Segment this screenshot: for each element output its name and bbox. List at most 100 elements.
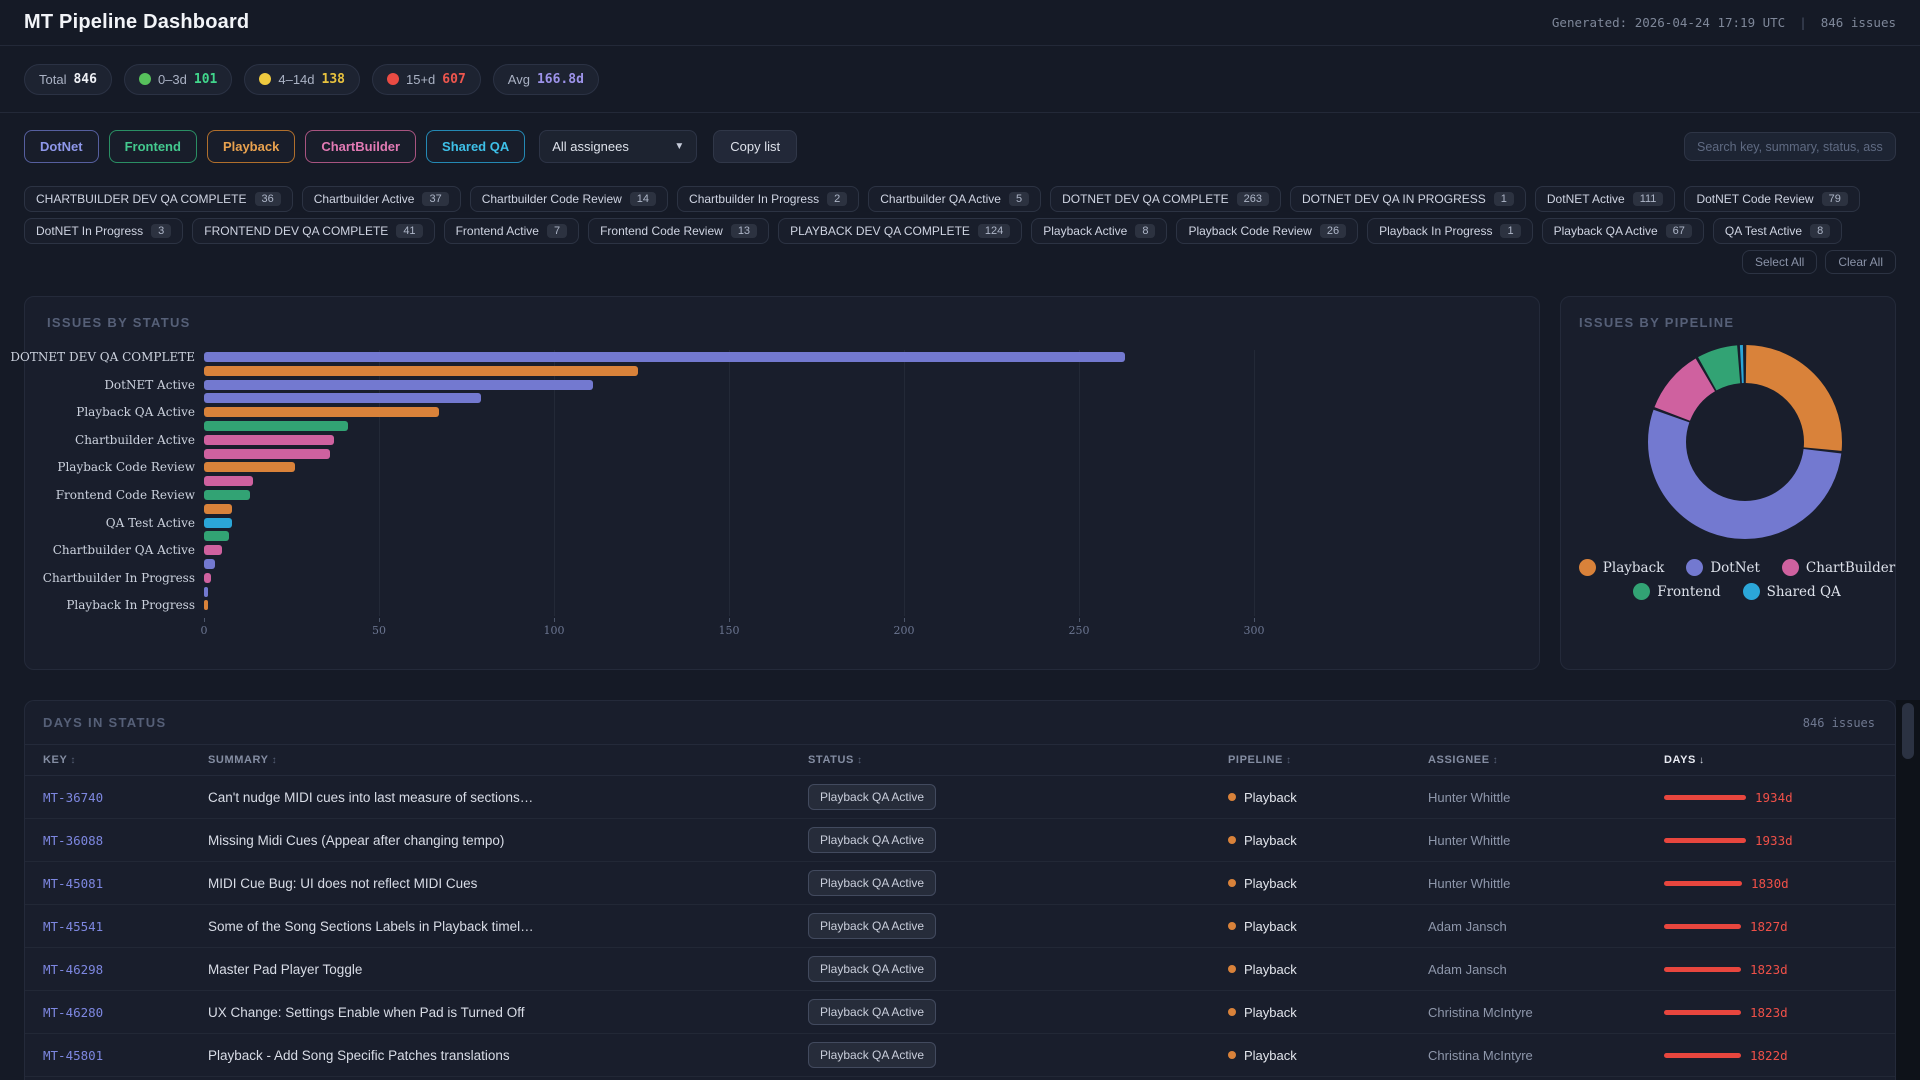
chip-count-badge: 1 bbox=[1500, 224, 1521, 238]
status-filter-chip[interactable]: Chartbuilder Code Review 14 bbox=[469, 186, 669, 212]
issues-by-pipeline-panel: ISSUES BY PIPELINE Playback DotNet ChartBu… bbox=[1560, 296, 1896, 670]
status-filter-chip[interactable]: QA Test Active 8 bbox=[1712, 218, 1843, 244]
stat-pill-4-14d: 4–14d 138 bbox=[244, 63, 360, 95]
legend-item-frontend: Frontend bbox=[1633, 583, 1721, 600]
issue-summary: MIDI Cue Bug: UI does not reflect MIDI C… bbox=[208, 875, 478, 891]
pipeline-filter-dotnet[interactable]: DotNet bbox=[24, 130, 99, 163]
chip-label: Chartbuilder In Progress bbox=[689, 192, 820, 206]
assignee-select[interactable]: All assignees ▼ bbox=[539, 130, 698, 163]
status-filter-chip[interactable]: Chartbuilder In Progress 2 bbox=[677, 186, 860, 212]
status-filter-chip[interactable]: Playback In Progress 1 bbox=[1367, 218, 1533, 244]
status-filter-chip[interactable]: FRONTEND DEV QA COMPLETE 41 bbox=[192, 218, 435, 244]
issue-key-link[interactable]: MT-45081 bbox=[43, 876, 208, 891]
days-cell: 1933d bbox=[1664, 833, 1895, 848]
days-cell: 1823d bbox=[1664, 962, 1895, 977]
pipeline-filter-playback[interactable]: Playback bbox=[206, 130, 296, 163]
pipeline-dot-icon bbox=[1228, 836, 1236, 844]
days-bar bbox=[1664, 923, 1741, 929]
stat-label: Avg bbox=[507, 71, 530, 87]
bar-row: Playback Code Review bbox=[47, 460, 1539, 474]
bar-category-label: Playback In Progress bbox=[66, 598, 195, 613]
status-badge: Playback QA Active bbox=[808, 913, 937, 939]
pipeline-name: Playback bbox=[1244, 918, 1297, 934]
column-header-key[interactable]: KEY ↕ bbox=[43, 754, 208, 766]
status-filter-chip[interactable]: Chartbuilder QA Active 5 bbox=[868, 186, 1042, 212]
assignee-name: Hunter Whittle bbox=[1428, 789, 1511, 805]
chip-label: DOTNET DEV QA COMPLETE bbox=[1062, 192, 1229, 206]
status-filter-chip[interactable]: DOTNET DEV QA COMPLETE 263 bbox=[1050, 186, 1281, 212]
axis-tick bbox=[204, 618, 205, 622]
pipeline-cell: Playback bbox=[1228, 962, 1428, 977]
status-bar bbox=[204, 586, 208, 597]
table-scrollbar-thumb[interactable] bbox=[1902, 703, 1914, 759]
axis-tick bbox=[379, 618, 380, 622]
status-badge: Playback QA Active bbox=[808, 1042, 937, 1068]
issue-key-link[interactable]: MT-46280 bbox=[43, 1005, 208, 1020]
pipeline-dot-icon bbox=[1228, 1051, 1236, 1059]
pipeline-filter-sharedqa[interactable]: Shared QA bbox=[426, 130, 526, 163]
bar-row bbox=[47, 529, 1539, 543]
issue-key-link[interactable]: MT-36740 bbox=[43, 790, 208, 805]
pipeline-name: Playback bbox=[1244, 789, 1297, 805]
bar-chart-title: ISSUES BY STATUS bbox=[47, 315, 191, 330]
generated-timestamp: Generated: 2026-04-24 17:19 UTC bbox=[1551, 15, 1786, 30]
status-filter-chip[interactable]: Chartbuilder Active 37 bbox=[301, 186, 461, 212]
bar-row: Frontend Code Review bbox=[47, 488, 1539, 502]
issue-summary: Missing Midi Cues (Appear after changing… bbox=[208, 832, 505, 848]
status-filter-chip[interactable]: Frontend Active 7 bbox=[443, 218, 580, 244]
column-header-days[interactable]: DAYS ↓ bbox=[1664, 754, 1895, 766]
status-filter-chip[interactable]: DotNET Active 111 bbox=[1534, 186, 1676, 212]
sort-arrow-icon: ↕ bbox=[271, 755, 278, 766]
chip-count-badge: 79 bbox=[1821, 192, 1848, 206]
status-filter-chip[interactable]: DOTNET DEV QA IN PROGRESS 1 bbox=[1289, 186, 1526, 212]
issue-key-link[interactable]: MT-45541 bbox=[43, 919, 208, 934]
status-cell: Playback QA Active bbox=[808, 956, 1228, 982]
table-row: MT-45801 Playback - Add Song Specific Pat… bbox=[25, 1034, 1895, 1077]
status-badge: Playback QA Active bbox=[808, 956, 937, 982]
table-scrollbar-track[interactable] bbox=[1896, 700, 1920, 1080]
select-all-button[interactable]: Select All bbox=[1741, 250, 1818, 274]
status-filter-chip[interactable]: PLAYBACK DEV QA COMPLETE 124 bbox=[778, 218, 1023, 244]
issue-key-link[interactable]: MT-36088 bbox=[43, 833, 208, 848]
legend-color-icon bbox=[1686, 559, 1704, 576]
status-bar bbox=[204, 517, 232, 528]
chip-count-badge: 36 bbox=[254, 192, 281, 206]
status-dot-icon bbox=[138, 73, 151, 85]
issue-key-link[interactable]: MT-45801 bbox=[43, 1048, 208, 1063]
pipeline-filter-chartbuilder[interactable]: ChartBuilder bbox=[305, 130, 417, 163]
status-filter-chip[interactable]: Playback Active 8 bbox=[1031, 218, 1168, 244]
column-header-pipeline[interactable]: PIPELINE ↕ bbox=[1228, 754, 1428, 766]
table-row: MT-45081 MIDI Cue Bug: UI does not reflec… bbox=[25, 862, 1895, 905]
issue-key-link[interactable]: MT-46298 bbox=[43, 962, 208, 977]
axis-tick-label: 250 bbox=[1068, 624, 1090, 637]
legend-color-icon bbox=[1578, 559, 1596, 576]
column-header-status[interactable]: STATUS ↕ bbox=[808, 754, 1228, 766]
chip-label: DotNET Active bbox=[1546, 192, 1625, 206]
days-cell: 1830d bbox=[1664, 876, 1895, 891]
column-header-assignee[interactable]: ASSIGNEE ↕ bbox=[1428, 754, 1664, 766]
chip-count-badge: 8 bbox=[1810, 224, 1831, 238]
status-filter-chip[interactable]: CHARTBUILDER DEV QA COMPLETE 36 bbox=[24, 186, 293, 212]
chip-label: Chartbuilder Active bbox=[313, 192, 415, 206]
pipeline-filter-frontend[interactable]: Frontend bbox=[108, 130, 197, 163]
bar-category-label: Frontend Code Review bbox=[55, 488, 195, 502]
status-filter-chip[interactable]: DotNET In Progress 3 bbox=[24, 218, 184, 244]
status-chip-group: CHARTBUILDER DEV QA COMPLETE 36 Chartbuild… bbox=[0, 163, 1920, 244]
status-bar bbox=[204, 379, 593, 390]
status-filter-chip[interactable]: Frontend Code Review 13 bbox=[588, 218, 770, 244]
status-filter-chip[interactable]: DotNET Code Review 79 bbox=[1684, 186, 1860, 212]
clear-all-button[interactable]: Clear All bbox=[1825, 250, 1896, 274]
legend-color-icon bbox=[1742, 583, 1760, 600]
column-header-summary[interactable]: SUMMARY ↕ bbox=[208, 754, 808, 766]
controls-row: DotNet Frontend Playback ChartBuilder Shared… bbox=[0, 113, 1920, 163]
status-filter-chip[interactable]: Playback Code Review 26 bbox=[1176, 218, 1359, 244]
chip-count-badge: 5 bbox=[1008, 192, 1030, 206]
legend-color-icon bbox=[1633, 583, 1651, 600]
stats-bar: Total 846 0–3d 101 4–14d 138 15+d 607 Avg 166.8d bbox=[0, 46, 1920, 113]
search-input[interactable] bbox=[1684, 132, 1896, 161]
copy-list-button[interactable]: Copy list bbox=[713, 130, 798, 163]
status-filter-chip[interactable]: Playback QA Active 67 bbox=[1541, 218, 1704, 244]
issue-summary: Master Pad Player Toggle bbox=[208, 961, 363, 977]
legend-label: Playback bbox=[1602, 559, 1665, 576]
generated-info: Generated: 2026-04-24 17:19 UTC | 846 is… bbox=[1552, 15, 1896, 30]
